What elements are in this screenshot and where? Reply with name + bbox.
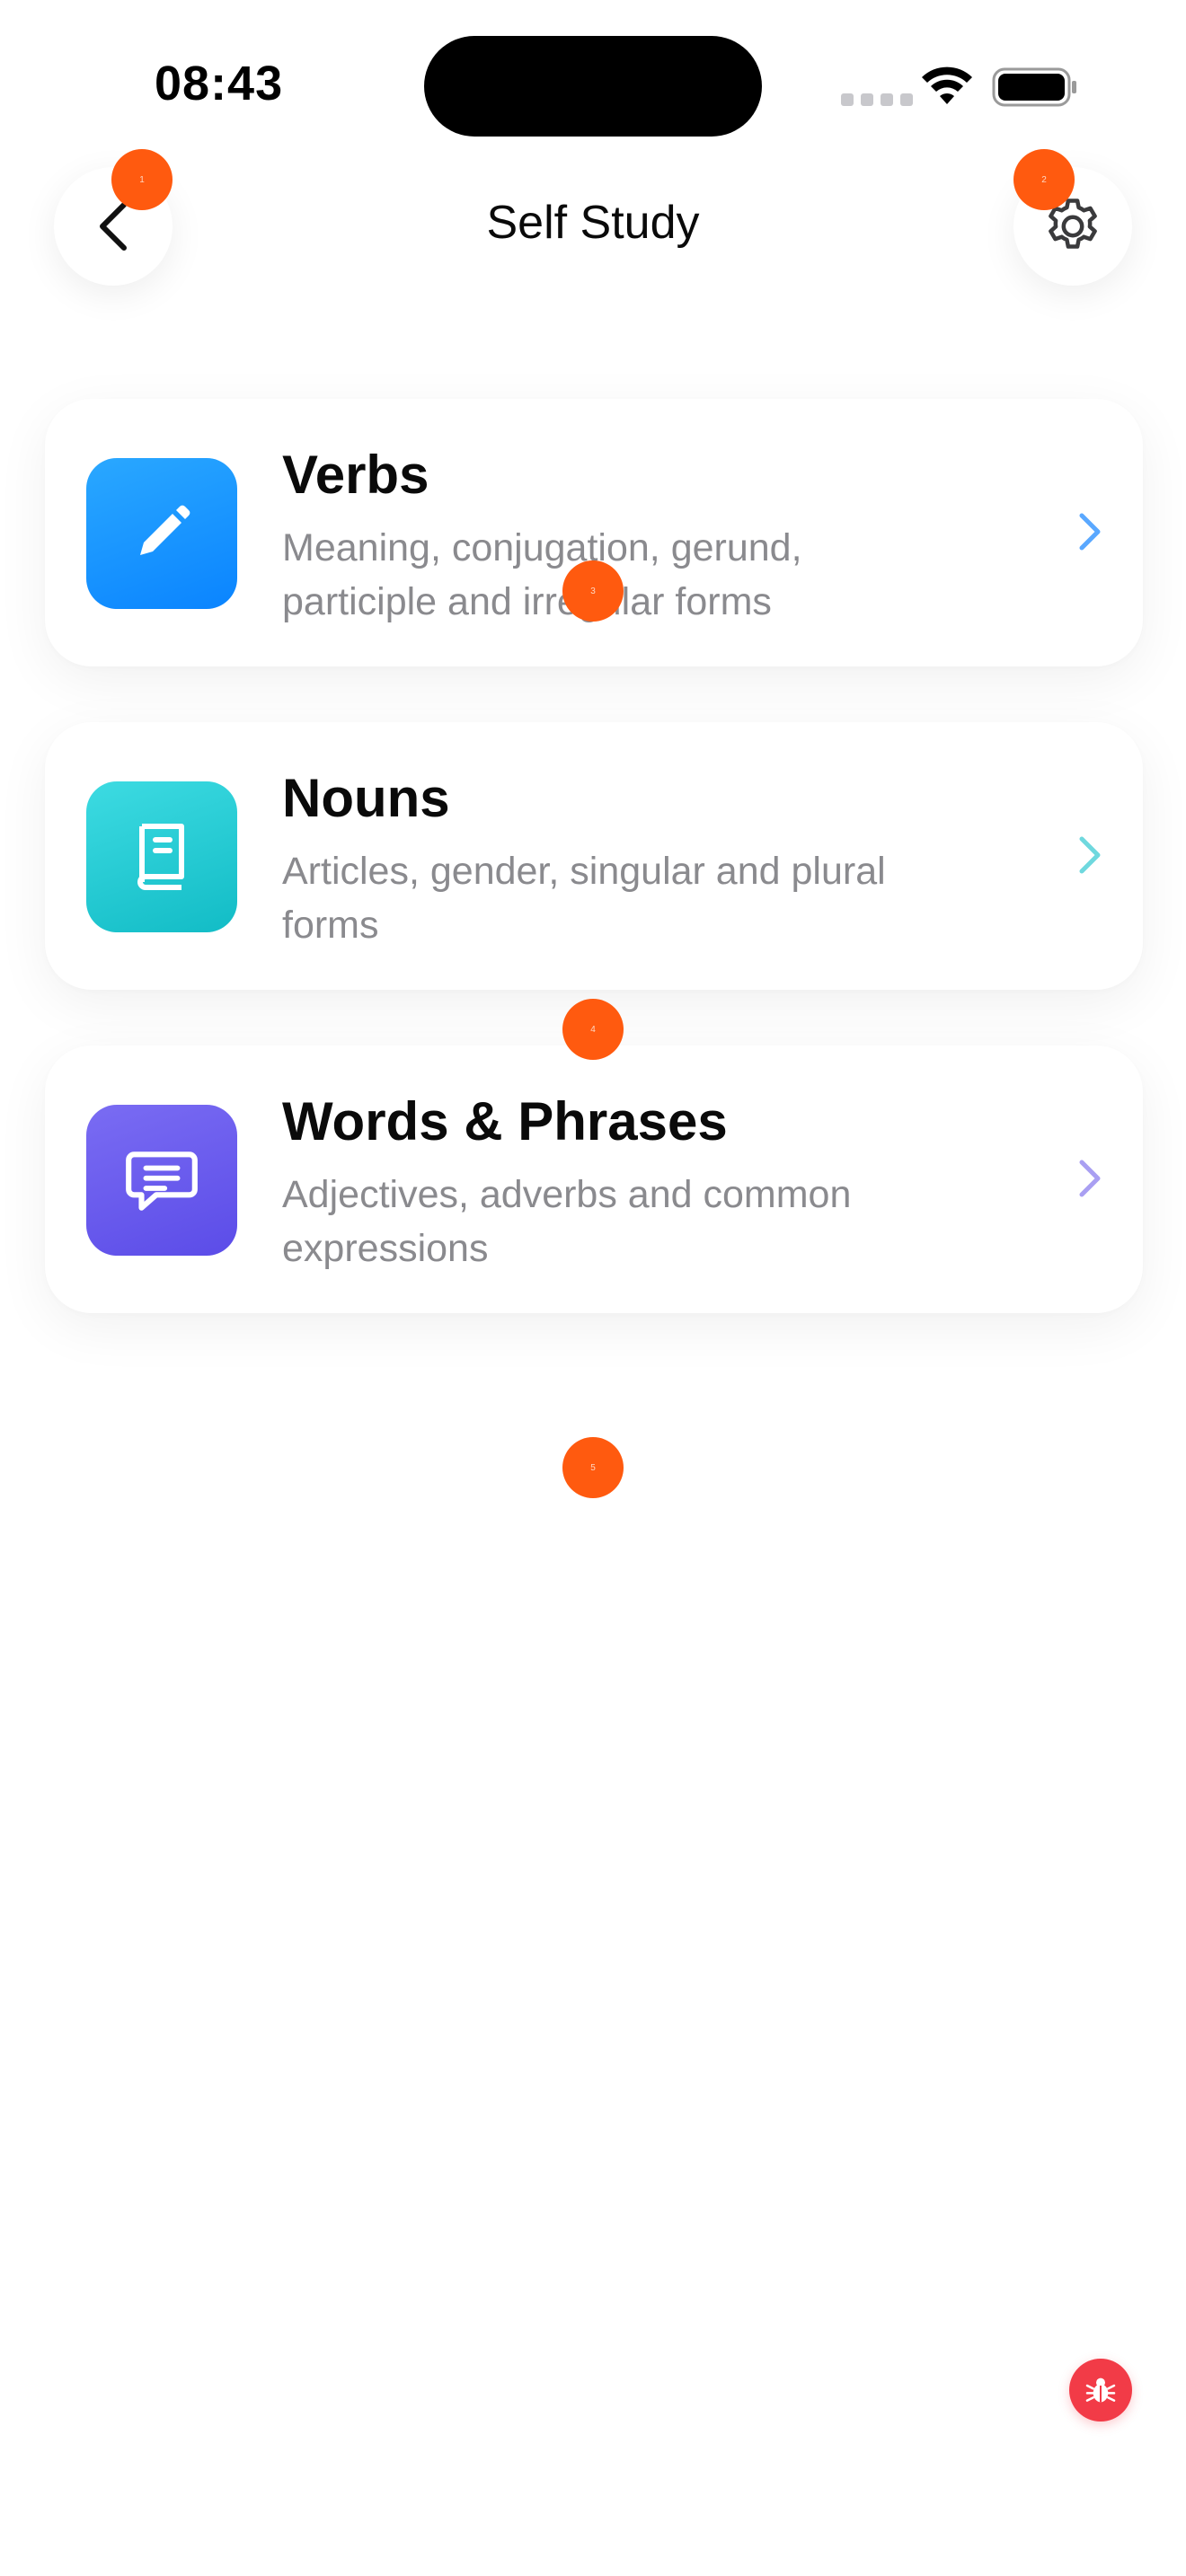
card-words-phrases[interactable]: Words & Phrases Adjectives, adverbs and … — [45, 1045, 1143, 1313]
marker-1: 1 — [111, 149, 173, 210]
card-title: Nouns — [282, 768, 450, 828]
cellular-signal-icon — [841, 93, 913, 106]
marker-5: 5 — [562, 1437, 624, 1498]
chevron-right-icon — [1079, 836, 1101, 874]
debug-button[interactable] — [1069, 2359, 1132, 2422]
card-description: Adjectives, adverbs and common expressio… — [282, 1173, 852, 1270]
battery-icon — [992, 67, 1076, 107]
screen: 08:43 Self Study Verbs Meaning, conjugat… — [0, 0, 1186, 2576]
card-title: Verbs — [282, 445, 429, 505]
card-title: Words & Phrases — [282, 1091, 728, 1151]
pencil-icon — [140, 505, 190, 555]
bug-icon — [1085, 2378, 1116, 2403]
card-description: Articles, gender, singular and plural fo… — [282, 850, 886, 947]
words-phrases-icon-tile — [86, 1105, 237, 1256]
status-time: 08:43 — [155, 57, 284, 110]
marker-4: 4 — [562, 999, 624, 1060]
page-title: Self Study — [486, 197, 700, 249]
wifi-icon — [922, 66, 972, 104]
verbs-icon-tile — [86, 458, 237, 609]
marker-3: 3 — [562, 560, 624, 622]
marker-2: 2 — [1013, 149, 1075, 210]
chat-bubble-icon — [126, 1151, 198, 1211]
card-verbs[interactable]: Verbs Meaning, conjugation, gerund, part… — [45, 399, 1143, 666]
chevron-right-icon — [1079, 1160, 1101, 1197]
dynamic-island — [424, 36, 762, 137]
nouns-icon-tile — [86, 781, 237, 932]
book-icon — [137, 824, 184, 890]
chevron-right-icon — [1079, 513, 1101, 551]
card-nouns[interactable]: Nouns Articles, gender, singular and plu… — [45, 722, 1143, 990]
